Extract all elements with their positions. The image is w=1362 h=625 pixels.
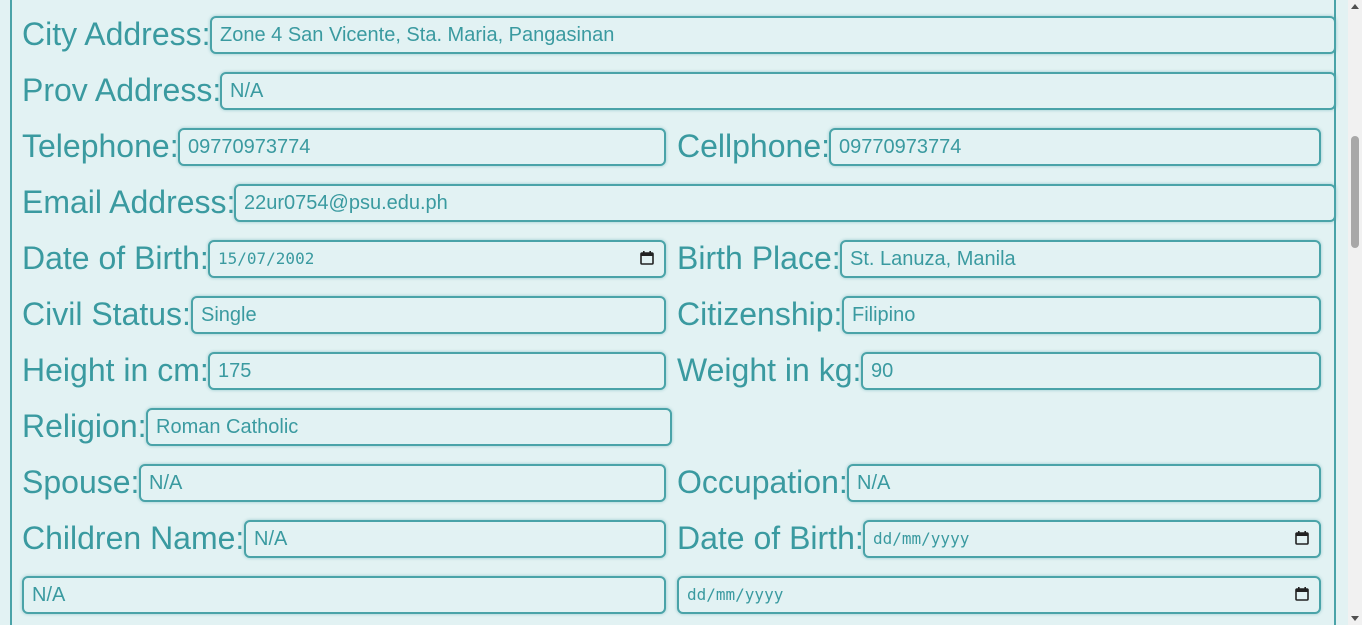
spouse-input[interactable]: N/A bbox=[139, 464, 666, 502]
birth-place-label: Birth Place: bbox=[677, 240, 841, 276]
row-phone: Telephone: 09770973774 Cellphone: 097709… bbox=[22, 126, 1338, 166]
children-name-input[interactable]: N/A bbox=[244, 520, 666, 558]
page: City Address: Zone 4 San Vicente, Sta. M… bbox=[0, 0, 1362, 625]
date-of-birth-field: Date of Birth: 15/07/2002 bbox=[22, 238, 668, 278]
telephone-input[interactable]: 09770973774 bbox=[178, 128, 666, 166]
scroll-up-icon[interactable] bbox=[1351, 4, 1359, 9]
row-email: Email Address: 22ur0754@psu.edu.ph bbox=[22, 182, 1338, 222]
scroll-down-icon[interactable] bbox=[1351, 616, 1359, 621]
height-label: Height in cm: bbox=[22, 352, 209, 388]
occupation-field: Occupation: N/A bbox=[677, 462, 1322, 502]
religion-input[interactable]: Roman Catholic bbox=[146, 408, 672, 446]
cellphone-field: Cellphone: 09770973774 bbox=[677, 126, 1322, 166]
birth-place-field: Birth Place: St. Lanuza, Manila bbox=[677, 238, 1322, 278]
occupation-input[interactable]: N/A bbox=[847, 464, 1321, 502]
row-children: Children Name: N/A Date of Birth: dd/mm/… bbox=[22, 518, 1338, 558]
child-date-of-birth-label: Date of Birth: bbox=[677, 520, 864, 556]
child-date-of-birth-placeholder: dd/mm/yyyy bbox=[873, 529, 970, 548]
spouse-field: Spouse: N/A bbox=[22, 462, 668, 502]
row-birth: Date of Birth: 15/07/2002 Birth Place: S… bbox=[22, 238, 1338, 278]
row-body: Height in cm: 175 Weight in kg: 90 bbox=[22, 350, 1338, 390]
occupation-label: Occupation: bbox=[677, 464, 848, 500]
child-date-of-birth-input-2[interactable]: dd/mm/yyyy bbox=[677, 576, 1321, 614]
row-prov-address: Prov Address: N/A bbox=[22, 70, 1338, 110]
religion-label: Religion: bbox=[22, 408, 147, 444]
calendar-icon[interactable] bbox=[1295, 531, 1309, 545]
weight-input[interactable]: 90 bbox=[861, 352, 1321, 390]
cellphone-input[interactable]: 09770973774 bbox=[829, 128, 1321, 166]
children-name-input-2[interactable]: N/A bbox=[22, 576, 666, 614]
telephone-label: Telephone: bbox=[22, 128, 179, 164]
city-address-input[interactable]: Zone 4 San Vicente, Sta. Maria, Pangasin… bbox=[210, 16, 1336, 54]
row-city-address: City Address: Zone 4 San Vicente, Sta. M… bbox=[22, 14, 1338, 54]
birth-place-input[interactable]: St. Lanuza, Manila bbox=[840, 240, 1321, 278]
telephone-field: Telephone: 09770973774 bbox=[22, 126, 668, 166]
spouse-label: Spouse: bbox=[22, 464, 140, 500]
date-of-birth-input[interactable]: 15/07/2002 bbox=[208, 240, 666, 278]
height-input[interactable]: 175 bbox=[208, 352, 666, 390]
civil-status-input[interactable]: Single bbox=[191, 296, 666, 334]
date-of-birth-value: 15/07/2002 bbox=[218, 249, 315, 268]
row-spouse: Spouse: N/A Occupation: N/A bbox=[22, 462, 1338, 502]
calendar-icon[interactable] bbox=[1295, 587, 1309, 601]
child-date-of-birth-2-placeholder: dd/mm/yyyy bbox=[687, 585, 784, 604]
calendar-icon[interactable] bbox=[640, 251, 654, 265]
scrollbar-thumb[interactable] bbox=[1351, 136, 1359, 248]
citizenship-input[interactable]: Filipino bbox=[842, 296, 1321, 334]
child-date-of-birth-input[interactable]: dd/mm/yyyy bbox=[863, 520, 1321, 558]
civil-status-label: Civil Status: bbox=[22, 296, 191, 332]
row-status: Civil Status: Single Citizenship: Filipi… bbox=[22, 294, 1338, 334]
row-children-2: N/A dd/mm/yyyy bbox=[22, 574, 1338, 614]
page-scrollbar[interactable] bbox=[1348, 0, 1362, 625]
row-religion: Religion: Roman Catholic bbox=[22, 406, 1338, 446]
civil-status-field: Civil Status: Single bbox=[22, 294, 668, 334]
prov-address-input[interactable]: N/A bbox=[220, 72, 1336, 110]
child-date-of-birth-field: Date of Birth: dd/mm/yyyy bbox=[677, 518, 1322, 558]
date-of-birth-label: Date of Birth: bbox=[22, 240, 209, 276]
cellphone-label: Cellphone: bbox=[677, 128, 830, 164]
prov-address-label: Prov Address: bbox=[22, 72, 222, 108]
children-name-field: Children Name: N/A bbox=[22, 518, 668, 558]
citizenship-label: Citizenship: bbox=[677, 296, 843, 332]
height-field: Height in cm: 175 bbox=[22, 350, 668, 390]
email-input[interactable]: 22ur0754@psu.edu.ph bbox=[234, 184, 1336, 222]
city-address-label: City Address: bbox=[22, 16, 211, 52]
citizenship-field: Citizenship: Filipino bbox=[677, 294, 1322, 334]
children-name-label: Children Name: bbox=[22, 520, 245, 556]
weight-field: Weight in kg: 90 bbox=[677, 350, 1322, 390]
email-label: Email Address: bbox=[22, 184, 236, 220]
weight-label: Weight in kg: bbox=[677, 352, 862, 388]
